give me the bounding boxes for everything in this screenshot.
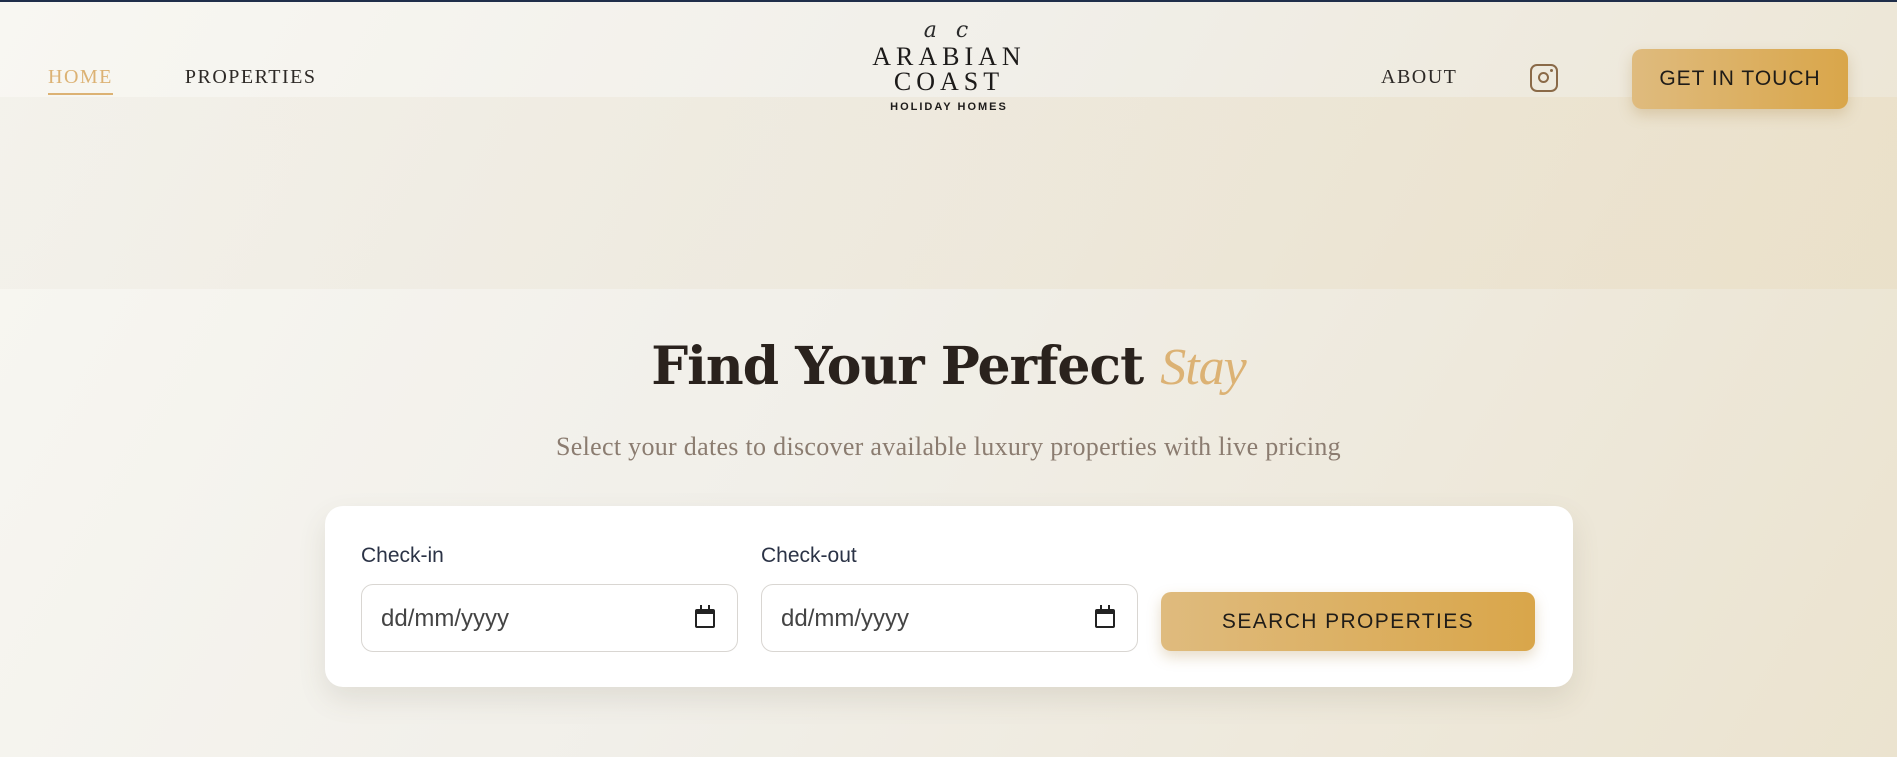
calendar-icon[interactable] [1095,605,1115,628]
hero-title: Find Your Perfect Stay [0,336,1897,397]
checkout-date-input[interactable]: dd/mm/yyyy [761,584,1138,652]
hero-title-accent: Stay [1160,339,1247,396]
logo-tagline: HOLIDAY HOMES [890,101,1008,113]
primary-nav: HOME PROPERTIES [48,66,317,95]
search-properties-button[interactable]: SEARCH PROPERTIES [1161,592,1535,651]
calendar-icon[interactable] [695,605,715,628]
site-header: HOME PROPERTIES a c ARABIAN COAST HOLIDA… [0,0,1897,160]
checkout-label: Check-out [761,544,857,567]
checkin-label: Check-in [361,544,444,567]
checkout-placeholder: dd/mm/yyyy [781,605,910,632]
hero-subtitle: Select your dates to discover available … [556,432,1341,461]
get-in-touch-button[interactable]: GET IN TOUCH [1632,49,1848,109]
instagram-icon[interactable] [1530,64,1558,92]
date-search-card: Check-in dd/mm/yyyy Check-out dd/mm/yyyy… [325,506,1573,687]
nav-home-link[interactable]: HOME [48,66,113,95]
hero-title-main: Find Your Perfect [651,336,1144,397]
nav-properties-link[interactable]: PROPERTIES [185,66,317,95]
logo-line-1: ARABIAN [872,42,1026,71]
nav-about-link[interactable]: ABOUT [1381,66,1457,93]
instagram-dot [1550,69,1553,72]
logo-monogram: a c [923,18,975,43]
instagram-lens [1538,72,1549,83]
checkin-date-input[interactable]: dd/mm/yyyy [361,584,738,652]
checkin-placeholder: dd/mm/yyyy [381,605,510,632]
logo-line-2: COAST [893,67,1005,96]
site-logo[interactable]: a c ARABIAN COAST HOLIDAY HOMES [860,18,1038,114]
